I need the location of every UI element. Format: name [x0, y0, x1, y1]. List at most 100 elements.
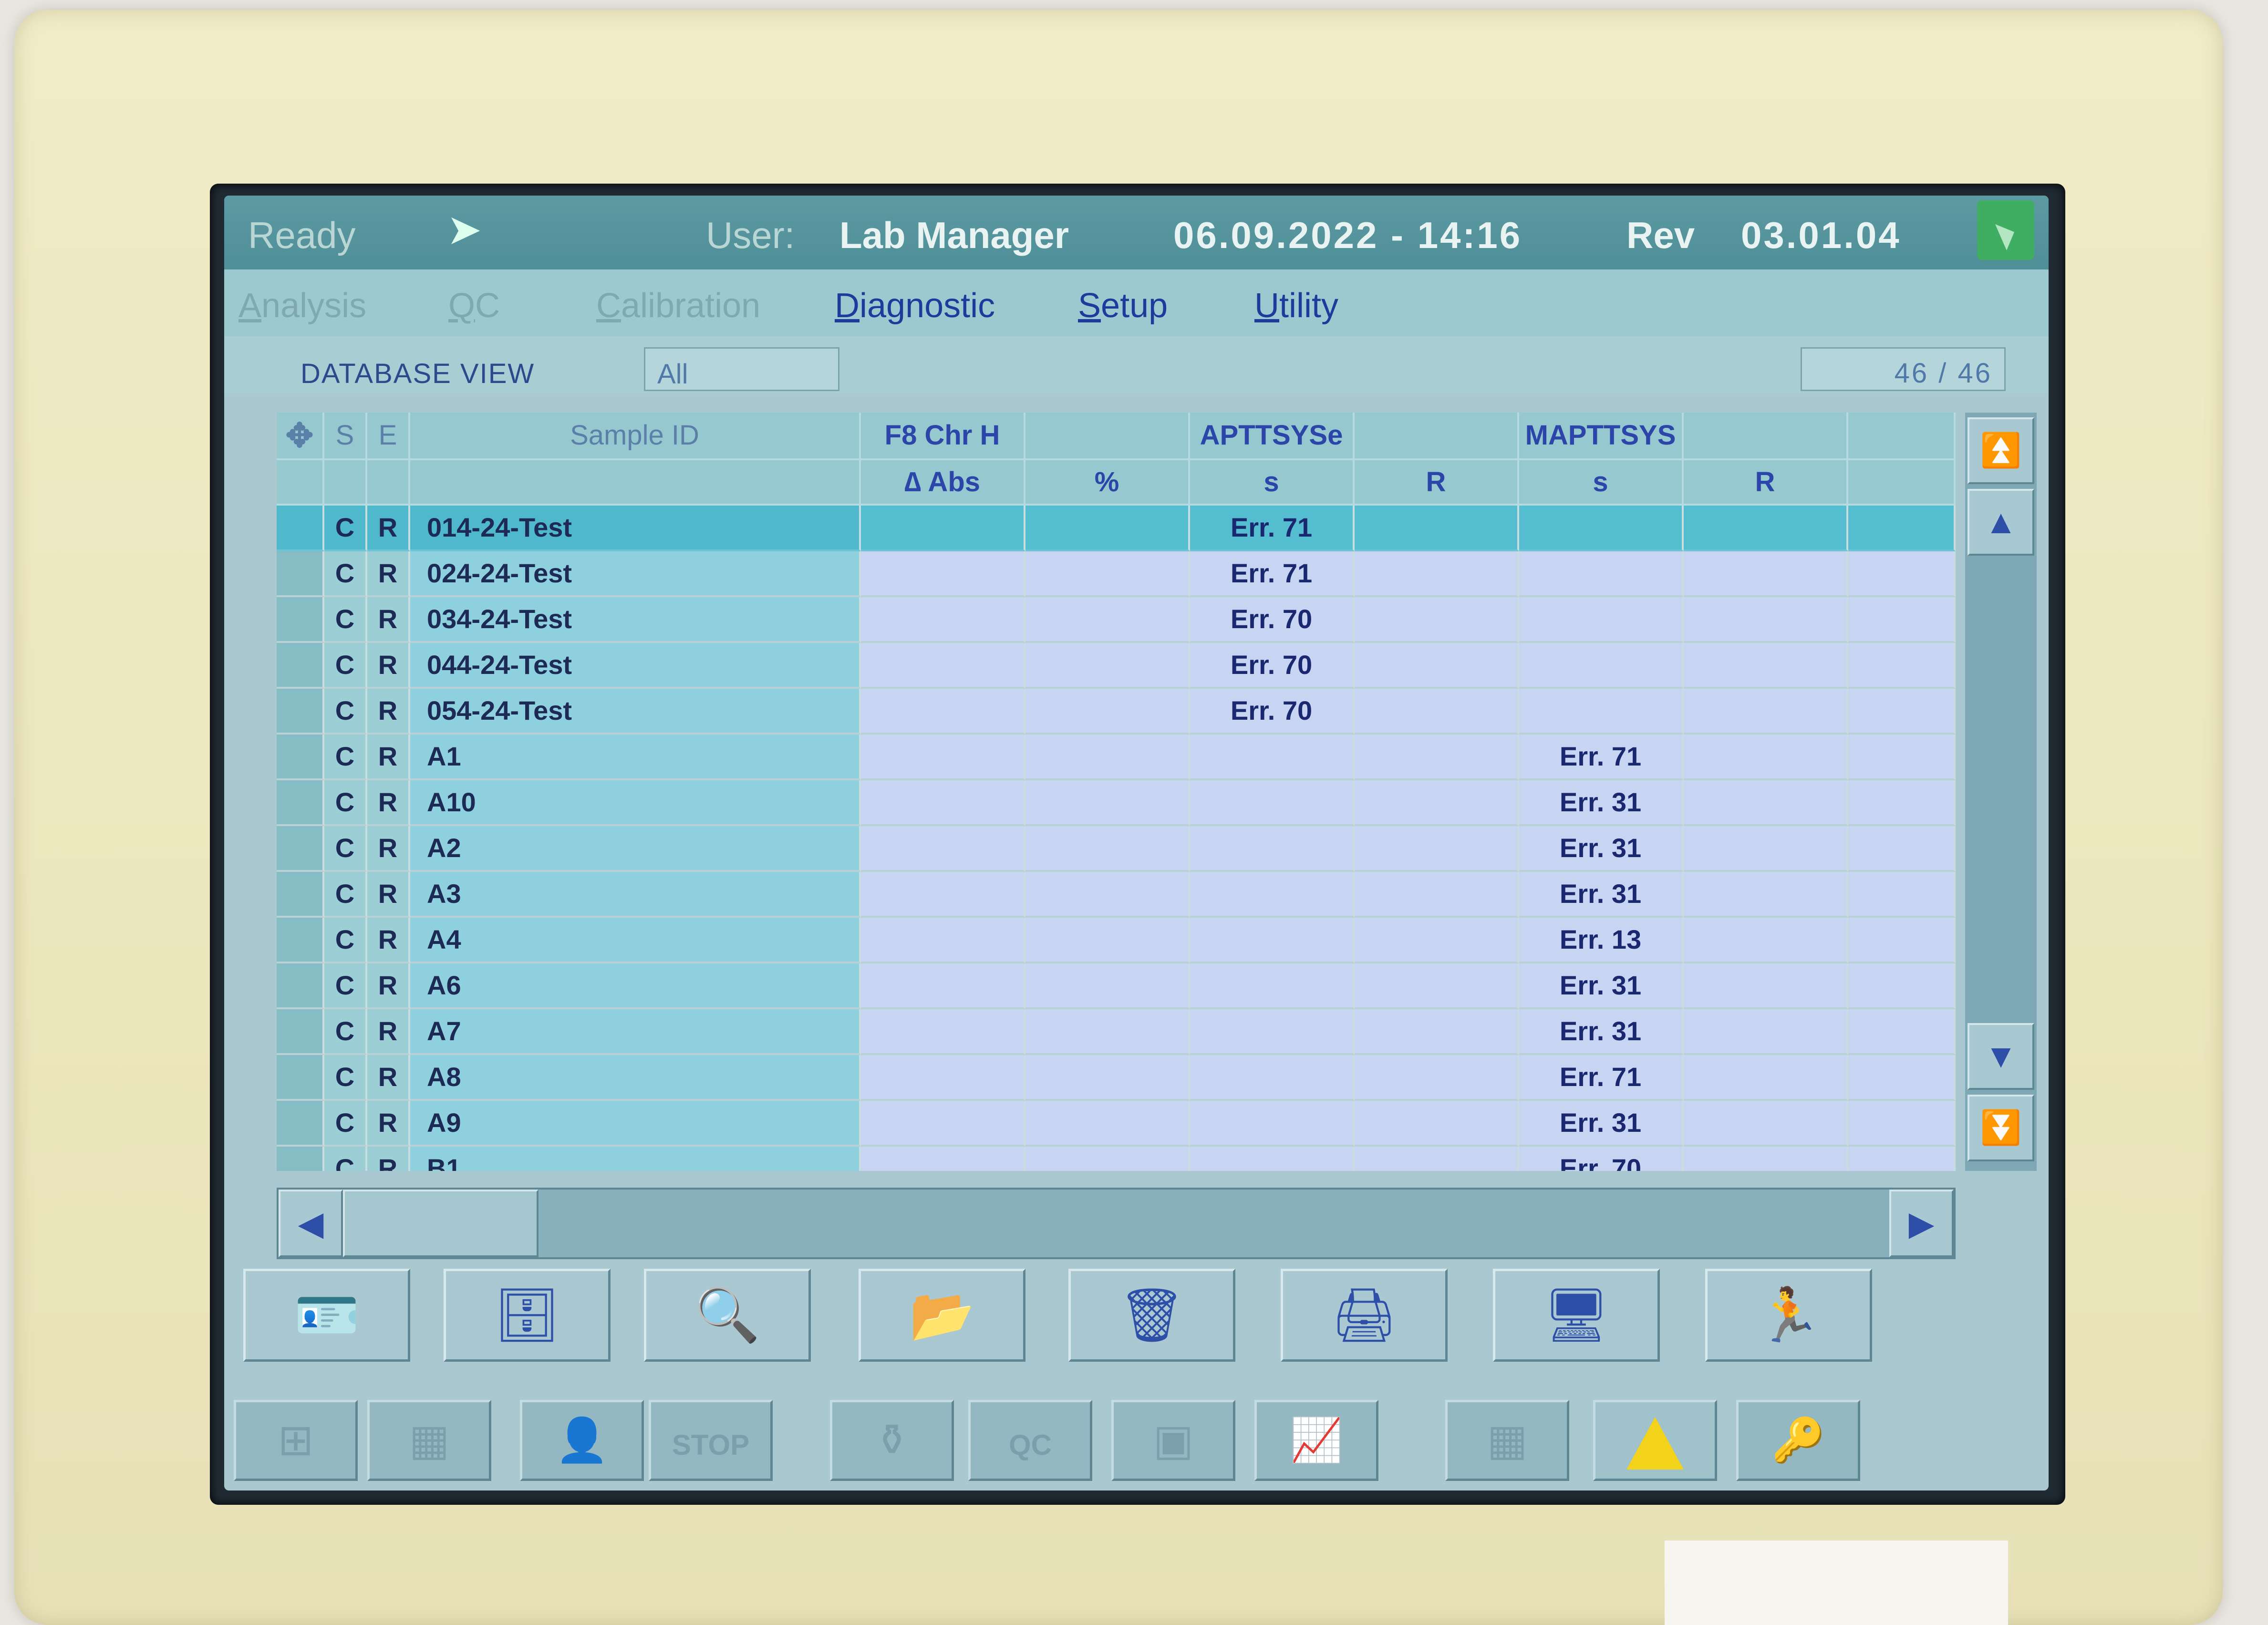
- vertical-scrollbar[interactable]: ⏫ ▲ ▼ ⏬: [1965, 413, 2037, 1171]
- trash-bin-button[interactable]: 🗑: [1068, 1269, 1235, 1362]
- header-col7[interactable]: [1848, 413, 1956, 460]
- table-row[interactable]: C R A8 Err. 71: [277, 1055, 1956, 1101]
- status-e-cell: R: [367, 780, 410, 826]
- mapttsys-result-cell: Err. 70: [1519, 1147, 1684, 1171]
- printer-button[interactable]: 🖨: [1281, 1269, 1448, 1362]
- sample-rack-button[interactable]: 🗄: [444, 1269, 611, 1362]
- add-order-button[interactable]: ⊞: [234, 1400, 358, 1481]
- table-row[interactable]: C R 014-24-Test Err. 71: [277, 506, 1956, 551]
- result-cell: [1684, 551, 1848, 597]
- row-selector: [277, 1055, 324, 1101]
- result-cell: [861, 1101, 1025, 1147]
- apttsyse-result-cell: [1190, 963, 1355, 1009]
- table-row[interactable]: C R 034-24-Test Err. 70: [277, 597, 1956, 643]
- key-icon: 🔑: [1771, 1417, 1825, 1464]
- database-view-filter[interactable]: All: [644, 347, 839, 391]
- result-cell: [1355, 1009, 1519, 1055]
- table-row[interactable]: C R 044-24-Test Err. 70: [277, 643, 1956, 689]
- table-row[interactable]: C R 054-24-Test Err. 70: [277, 689, 1956, 735]
- header-apttsyse[interactable]: APTTSYSe: [1190, 413, 1355, 460]
- row-selector: [277, 551, 324, 597]
- menu-utility[interactable]: Utility: [1254, 286, 1338, 325]
- status-e-cell: R: [367, 1055, 410, 1101]
- status-e-cell: R: [367, 872, 410, 918]
- scroll-right-button[interactable]: ▶: [1889, 1190, 1954, 1257]
- apttsyse-result-cell: [1190, 918, 1355, 963]
- scroll-top-button[interactable]: ⏫: [1968, 417, 2034, 484]
- table-row[interactable]: C R A9 Err. 31: [277, 1101, 1956, 1147]
- result-cell: [1025, 872, 1190, 918]
- menu-qc[interactable]: QC: [448, 286, 500, 325]
- folder-reagents-icon: 📂: [909, 1286, 975, 1345]
- row-selector: [277, 1009, 324, 1055]
- warning-button[interactable]: [1593, 1400, 1717, 1481]
- scroll-down-button[interactable]: ▼: [1968, 1023, 2034, 1090]
- header-col2[interactable]: [1025, 413, 1190, 460]
- table-row[interactable]: C R B1 Err. 70: [277, 1147, 1956, 1171]
- result-cell: [1684, 963, 1848, 1009]
- folder-reagents-button[interactable]: 📂: [859, 1269, 1025, 1362]
- menu-calibration[interactable]: Calibration: [596, 286, 760, 325]
- system-status-button[interactable]: ▣: [1111, 1400, 1235, 1481]
- result-cell: [1025, 597, 1190, 643]
- graph-button[interactable]: 📈: [1254, 1400, 1378, 1481]
- stop-button[interactable]: STOP: [649, 1400, 773, 1481]
- scroll-bottom-button[interactable]: ⏬: [1968, 1095, 2034, 1161]
- result-cell: [1848, 643, 1956, 689]
- header-col6[interactable]: [1684, 413, 1848, 460]
- sample-id-cell: A4: [410, 918, 861, 963]
- patient-card-button[interactable]: 🪪: [243, 1269, 410, 1362]
- magnify-document-icon: 🔍: [694, 1286, 760, 1345]
- horizontal-scrollbar[interactable]: ◀ ▶: [277, 1188, 1956, 1259]
- monitor-icon: 🖥: [1543, 1286, 1610, 1345]
- qc-button[interactable]: QC: [968, 1400, 1092, 1481]
- menu-diagnostic[interactable]: Diagnostic: [835, 286, 995, 325]
- reagent-bottle-button[interactable]: ⚱: [830, 1400, 954, 1481]
- header-s[interactable]: S: [324, 413, 367, 460]
- result-cell: [1848, 963, 1956, 1009]
- result-cell: [1684, 689, 1848, 735]
- status-e-cell: R: [367, 551, 410, 597]
- status-e-cell: R: [367, 1147, 410, 1171]
- menu-analysis[interactable]: Analysis: [238, 286, 366, 325]
- table-row[interactable]: C R A2 Err. 31: [277, 826, 1956, 872]
- magnify-document-button[interactable]: 🔍: [644, 1269, 811, 1362]
- table-row[interactable]: C R A10 Err. 31: [277, 780, 1956, 826]
- header-col4[interactable]: [1355, 413, 1519, 460]
- result-cell: [1025, 551, 1190, 597]
- reagent-bottle-icon: ⚱: [874, 1417, 910, 1464]
- rack-load-button[interactable]: ▦: [367, 1400, 491, 1481]
- scroll-up-button[interactable]: ▲: [1968, 489, 2034, 556]
- sample-id-cell: A9: [410, 1101, 861, 1147]
- table-row[interactable]: C R A3 Err. 31: [277, 872, 1956, 918]
- key-button[interactable]: 🔑: [1736, 1400, 1860, 1481]
- user-login-button[interactable]: 👤: [520, 1400, 644, 1481]
- table-row[interactable]: C R 024-24-Test Err. 71: [277, 551, 1956, 597]
- mapttsys-result-cell: Err. 71: [1519, 735, 1684, 780]
- logo-icon: [1977, 200, 2034, 260]
- table-row[interactable]: C R A4 Err. 13: [277, 918, 1956, 963]
- sample-id-cell: A2: [410, 826, 861, 872]
- add-order-icon: ⊞: [278, 1417, 314, 1464]
- result-cell: [1355, 689, 1519, 735]
- exit-button[interactable]: 🏃: [1705, 1269, 1872, 1362]
- horizontal-scroll-thumb[interactable]: [343, 1190, 539, 1257]
- date-time: 06.09.2022 - 14:16: [1173, 214, 1522, 256]
- result-cell: [1848, 689, 1956, 735]
- rack-unload-icon: ▦: [1487, 1417, 1528, 1464]
- result-cell: [1848, 1009, 1956, 1055]
- scroll-left-button[interactable]: ◀: [279, 1190, 343, 1257]
- header-e[interactable]: E: [367, 413, 410, 460]
- monitor-button[interactable]: 🖥: [1493, 1269, 1660, 1362]
- expand-all-icon[interactable]: ✥: [277, 413, 324, 460]
- result-cell: [1355, 1055, 1519, 1101]
- table-row[interactable]: C R A6 Err. 31: [277, 963, 1956, 1009]
- triangle-left-icon: ◀: [298, 1205, 324, 1242]
- table-row[interactable]: C R A1 Err. 71: [277, 735, 1956, 780]
- header-sample-id[interactable]: Sample ID: [410, 413, 861, 460]
- header-f8-chr-h[interactable]: F8 Chr H: [861, 413, 1025, 460]
- header-mapttsys[interactable]: MAPTTSYS: [1519, 413, 1684, 460]
- rack-unload-button[interactable]: ▦: [1445, 1400, 1569, 1481]
- menu-setup[interactable]: Setup: [1078, 286, 1168, 325]
- table-row[interactable]: C R A7 Err. 31: [277, 1009, 1956, 1055]
